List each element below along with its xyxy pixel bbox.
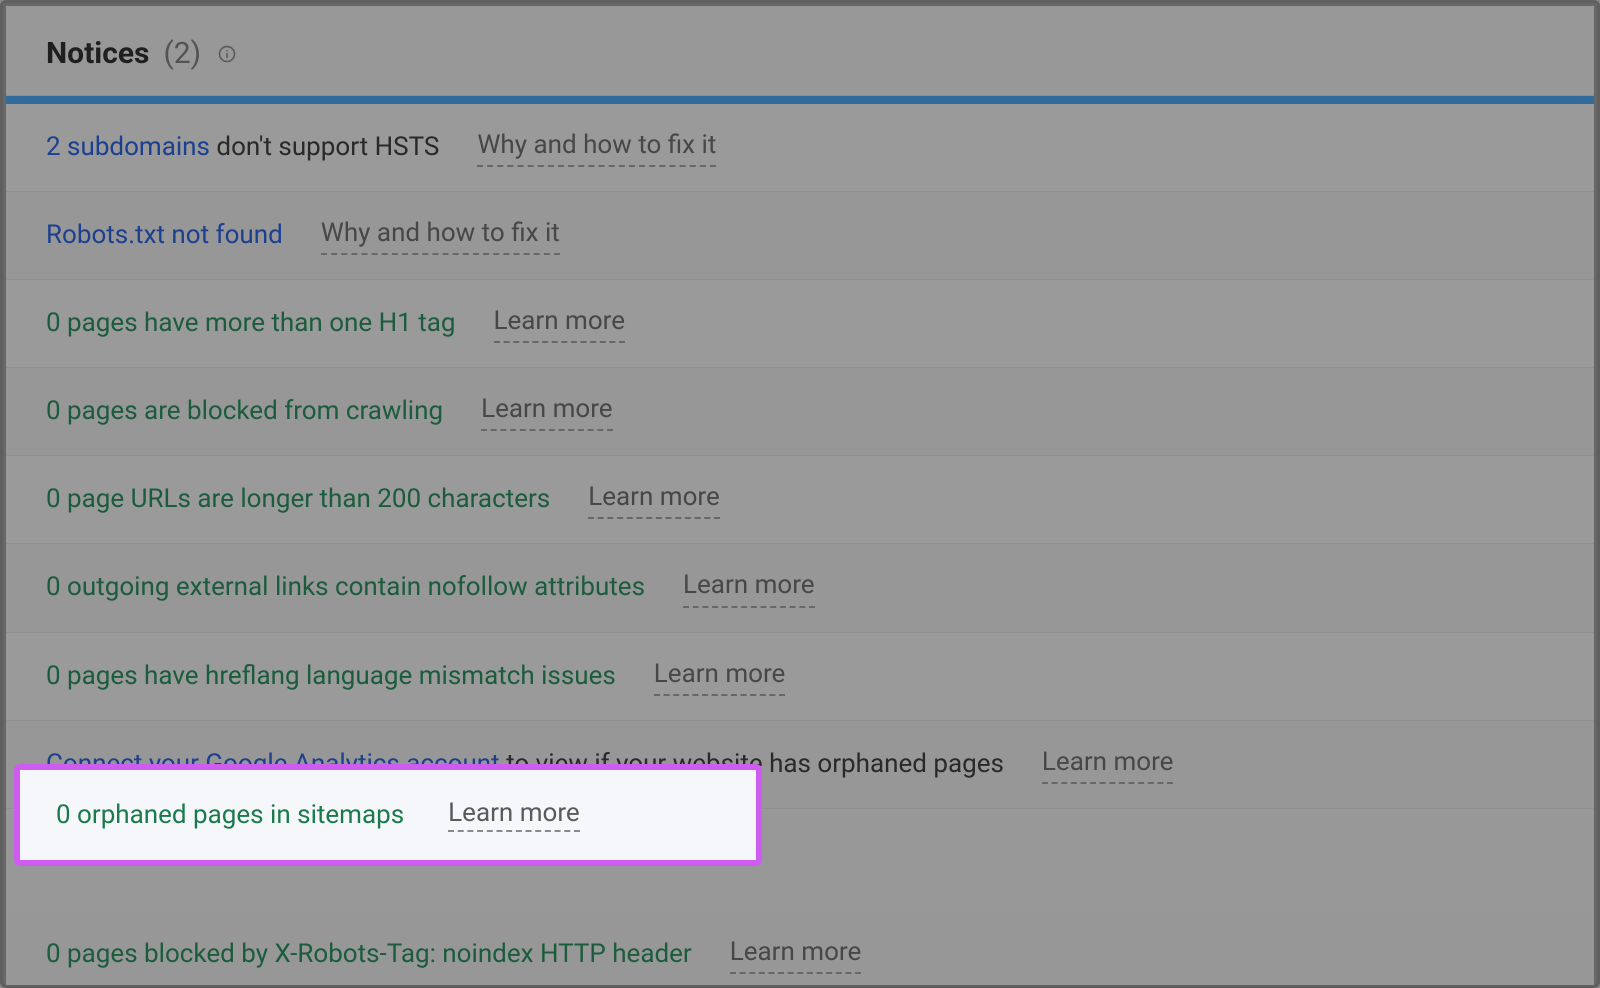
notice-row: Robots.txt not found Why and how to fix i… xyxy=(6,192,1594,280)
learn-more-link[interactable]: Learn more xyxy=(654,657,786,696)
notice-message: 0 pages blocked by X-Robots-Tag: noindex… xyxy=(46,937,692,972)
notice-message: 0 page URLs are longer than 200 characte… xyxy=(46,482,550,517)
learn-more-link[interactable]: Learn more xyxy=(481,392,613,431)
notice-row: 0 pages have more than one H1 tag Learn m… xyxy=(6,280,1594,368)
notices-header: Notices (2) xyxy=(6,6,1594,96)
notices-title: Notices xyxy=(46,36,149,71)
notice-link[interactable]: 0 pages have hreflang language mismatch … xyxy=(46,661,616,691)
notice-link[interactable]: 0 outgoing external links contain nofoll… xyxy=(46,572,645,602)
notice-row: 2 subdomains don't support HSTS Why and h… xyxy=(6,104,1594,192)
notice-link[interactable]: 0 pages have more than one H1 tag xyxy=(46,308,456,338)
notice-row: 0 page URLs are longer than 200 characte… xyxy=(6,456,1594,544)
notice-row: 0 pages blocked by X-Robots-Tag: noindex… xyxy=(6,911,1594,988)
info-icon[interactable] xyxy=(217,44,237,64)
notices-count: (2) xyxy=(163,36,201,71)
notice-row-highlighted: 0 orphaned pages in sitemaps Learn more xyxy=(14,764,762,866)
progress-bar xyxy=(6,96,1594,104)
notice-link[interactable]: Robots.txt not found xyxy=(46,220,283,250)
notice-link[interactable]: 2 subdomains xyxy=(46,132,210,162)
notice-message: 0 pages are blocked from crawling xyxy=(46,394,443,429)
fix-link[interactable]: Why and how to fix it xyxy=(477,128,716,167)
notice-row: 0 outgoing external links contain nofoll… xyxy=(6,544,1594,632)
notice-link[interactable]: 0 page URLs are longer than 200 characte… xyxy=(46,484,550,514)
notice-link[interactable]: 0 pages blocked by X-Robots-Tag: noindex… xyxy=(46,939,692,969)
notice-message: 2 subdomains don't support HSTS xyxy=(46,130,439,165)
notice-message: Robots.txt not found xyxy=(46,218,283,253)
notice-link[interactable]: 0 orphaned pages in sitemaps xyxy=(56,800,404,830)
learn-more-link[interactable]: Learn more xyxy=(448,798,580,832)
fix-link[interactable]: Why and how to fix it xyxy=(321,216,560,255)
notice-link[interactable]: 0 pages are blocked from crawling xyxy=(46,396,443,426)
learn-more-link[interactable]: Learn more xyxy=(494,304,626,343)
learn-more-link[interactable]: Learn more xyxy=(1042,745,1174,784)
learn-more-link[interactable]: Learn more xyxy=(588,480,720,519)
learn-more-link[interactable]: Learn more xyxy=(683,568,815,607)
notice-row: 0 pages have hreflang language mismatch … xyxy=(6,633,1594,721)
learn-more-link[interactable]: Learn more xyxy=(730,935,862,974)
notice-message: 0 outgoing external links contain nofoll… xyxy=(46,570,645,605)
notice-message: 0 pages have more than one H1 tag xyxy=(46,306,456,341)
notice-message: 0 pages have hreflang language mismatch … xyxy=(46,659,616,694)
notice-row: 0 pages are blocked from crawling Learn m… xyxy=(6,368,1594,456)
